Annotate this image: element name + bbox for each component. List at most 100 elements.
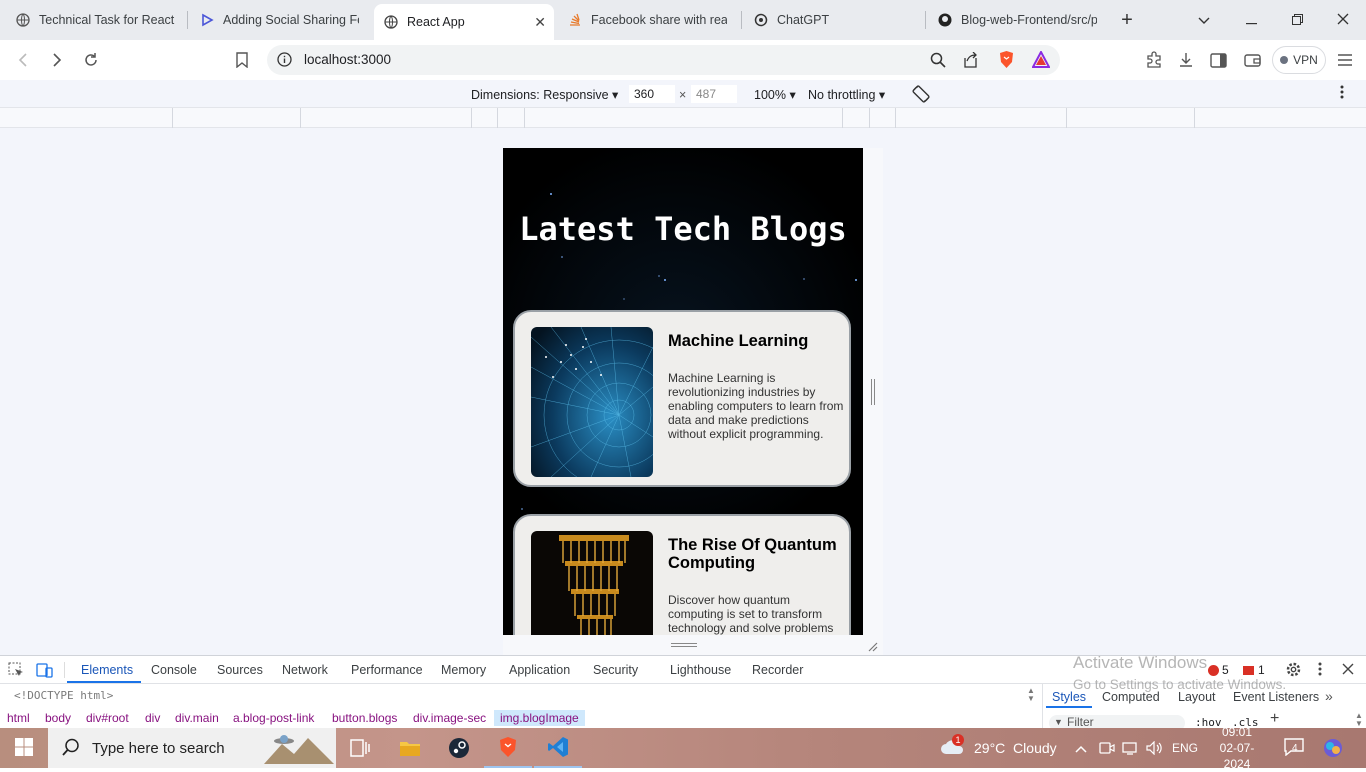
minimize-button[interactable]	[1228, 0, 1274, 40]
inspect-element-icon[interactable]	[8, 662, 24, 681]
forward-arrow-icon[interactable]	[45, 48, 69, 72]
meet-now-icon[interactable]	[1099, 728, 1115, 768]
back-arrow-icon[interactable]	[11, 48, 35, 72]
tab-network[interactable]: Network	[282, 663, 328, 677]
brave-rewards-icon[interactable]	[1031, 49, 1051, 71]
breadcrumb-item[interactable]: html	[7, 711, 30, 725]
share-icon[interactable]	[962, 51, 979, 71]
reload-icon[interactable]	[79, 48, 103, 72]
brave-browser-icon[interactable]	[484, 728, 532, 768]
vpn-status-dot	[1280, 56, 1289, 64]
tab-lighthouse[interactable]: Lighthouse	[670, 663, 731, 677]
tab-security[interactable]: Security	[593, 663, 638, 677]
tab-react-app[interactable]: React App ✕	[374, 4, 554, 40]
devtools-panel: Elements Console Sources Network Perform…	[0, 653, 1366, 731]
breadcrumb-item[interactable]: div#root	[86, 711, 129, 725]
width-resize-handle[interactable]	[871, 379, 875, 405]
breadcrumb-item-selected[interactable]: img.blogImage	[494, 710, 585, 726]
tab-console[interactable]: Console	[151, 663, 197, 677]
more-tabs-icon[interactable]: »	[1325, 688, 1333, 704]
address-bar[interactable]: localhost:3000	[267, 45, 1060, 75]
tab-adding-social-sharing[interactable]: Adding Social Sharing Feat	[190, 4, 370, 36]
volume-icon[interactable]	[1146, 728, 1164, 768]
height-resize-handle[interactable]	[671, 643, 697, 647]
issue-icon	[1243, 665, 1254, 675]
scroll-arrows-icon[interactable]: ▲ ▼	[1355, 712, 1363, 728]
taskbar-search[interactable]: Type here to search	[48, 728, 336, 768]
tab-performance[interactable]: Performance	[351, 663, 423, 677]
throttling-select[interactable]: No throttling ▾	[808, 87, 885, 102]
tab-layout[interactable]: Layout	[1178, 690, 1216, 704]
tab-styles[interactable]: Styles	[1052, 690, 1086, 704]
extensions-icon[interactable]	[1142, 48, 1166, 72]
tab-technical-task[interactable]: Technical Task for React JS	[6, 4, 186, 36]
brave-shields-icon[interactable]	[998, 50, 1015, 72]
height-input[interactable]: 487	[691, 85, 737, 103]
corner-resize-icon[interactable]	[866, 640, 878, 652]
steam-icon[interactable]	[435, 728, 483, 768]
task-view-icon[interactable]	[336, 728, 384, 768]
scroll-arrows-icon[interactable]: ▲ ▼	[1027, 687, 1035, 703]
download-icon[interactable]	[1174, 48, 1198, 72]
search-icon	[62, 738, 80, 759]
tab-recorder[interactable]: Recorder	[752, 663, 803, 677]
breadcrumb-item[interactable]: div	[145, 711, 160, 725]
tab-github-blog[interactable]: Blog-web-Frontend/src/pa	[928, 4, 1108, 36]
tab-computed[interactable]: Computed	[1102, 690, 1160, 704]
weather-widget[interactable]: 1 29°C Cloudy	[940, 728, 1057, 768]
network-icon[interactable]	[1122, 728, 1140, 768]
tab-search-button[interactable]	[1181, 0, 1227, 40]
info-icon[interactable]	[277, 52, 292, 70]
wallet-icon[interactable]	[1240, 48, 1264, 72]
clock[interactable]: 09:01 02-07-2024	[1207, 725, 1267, 771]
menu-icon[interactable]	[1333, 48, 1357, 72]
tab-event-listeners[interactable]: Event Listeners	[1233, 690, 1319, 704]
close-devtools-icon[interactable]	[1342, 663, 1354, 678]
issue-counter[interactable]: 1	[1243, 663, 1265, 677]
bookmark-icon[interactable]	[230, 48, 254, 72]
notifications-button[interactable]: 4	[1284, 728, 1304, 768]
file-explorer-icon[interactable]	[386, 728, 434, 768]
zoom-select[interactable]: 100% ▾	[754, 87, 796, 102]
settings-gear-icon[interactable]	[1285, 661, 1302, 681]
tab-memory[interactable]: Memory	[441, 663, 486, 677]
device-toggle-icon[interactable]	[36, 662, 53, 681]
star	[803, 278, 805, 280]
breadcrumb-item[interactable]: body	[45, 711, 71, 725]
url-text: localhost:3000	[304, 52, 392, 67]
windows-taskbar: Type here to search 1 29°C Cloudy ENG 09…	[0, 725, 1366, 771]
tab-facebook-share[interactable]: Facebook share with react	[558, 4, 738, 36]
error-counter[interactable]: 5	[1208, 663, 1229, 677]
tab-sources[interactable]: Sources	[217, 663, 263, 677]
dom-tree-doctype[interactable]: <!DOCTYPE html>	[14, 689, 113, 702]
copilot-icon[interactable]	[1322, 728, 1344, 768]
more-options-icon[interactable]	[1340, 85, 1344, 102]
width-input[interactable]: 360	[629, 85, 675, 103]
breadcrumb-item[interactable]: button.blogs	[332, 711, 397, 725]
add-rule-icon[interactable]: +	[1270, 710, 1279, 728]
vscode-icon[interactable]	[534, 728, 582, 768]
tab-elements[interactable]: Elements	[81, 663, 133, 677]
zoom-search-icon[interactable]	[930, 52, 946, 71]
close-window-button[interactable]	[1320, 0, 1366, 40]
blog-card-machine-learning[interactable]: Machine Learning Machine Learning is rev…	[513, 310, 851, 487]
close-tab-icon[interactable]: ✕	[534, 14, 546, 31]
tab-application[interactable]: Application	[509, 663, 570, 677]
new-tab-button[interactable]: +	[1104, 0, 1150, 40]
tab-chatgpt[interactable]: ChatGPT	[744, 4, 924, 36]
dimensions-select[interactable]: Dimensions: Responsive ▾	[471, 87, 618, 102]
breadcrumb-item[interactable]: div.main	[175, 711, 219, 725]
more-options-icon[interactable]	[1318, 662, 1322, 679]
breadcrumb-item[interactable]: div.image-sec	[413, 711, 486, 725]
globe-icon	[16, 13, 30, 27]
language-indicator[interactable]: ENG	[1172, 728, 1198, 768]
vpn-button[interactable]: VPN	[1272, 46, 1326, 74]
show-hidden-icons[interactable]	[1075, 728, 1087, 768]
blog-card-quantum-computing[interactable]: The Rise Of Quantum Computing Discover h…	[513, 514, 851, 635]
emulated-page[interactable]: Latest Tech Blogs Machine Learning Machi…	[503, 148, 863, 635]
rotate-icon[interactable]	[911, 84, 931, 107]
start-button[interactable]	[0, 728, 48, 768]
restore-button[interactable]	[1274, 0, 1320, 40]
sidebar-icon[interactable]	[1206, 48, 1230, 72]
breadcrumb-item[interactable]: a.blog-post-link	[233, 711, 314, 725]
